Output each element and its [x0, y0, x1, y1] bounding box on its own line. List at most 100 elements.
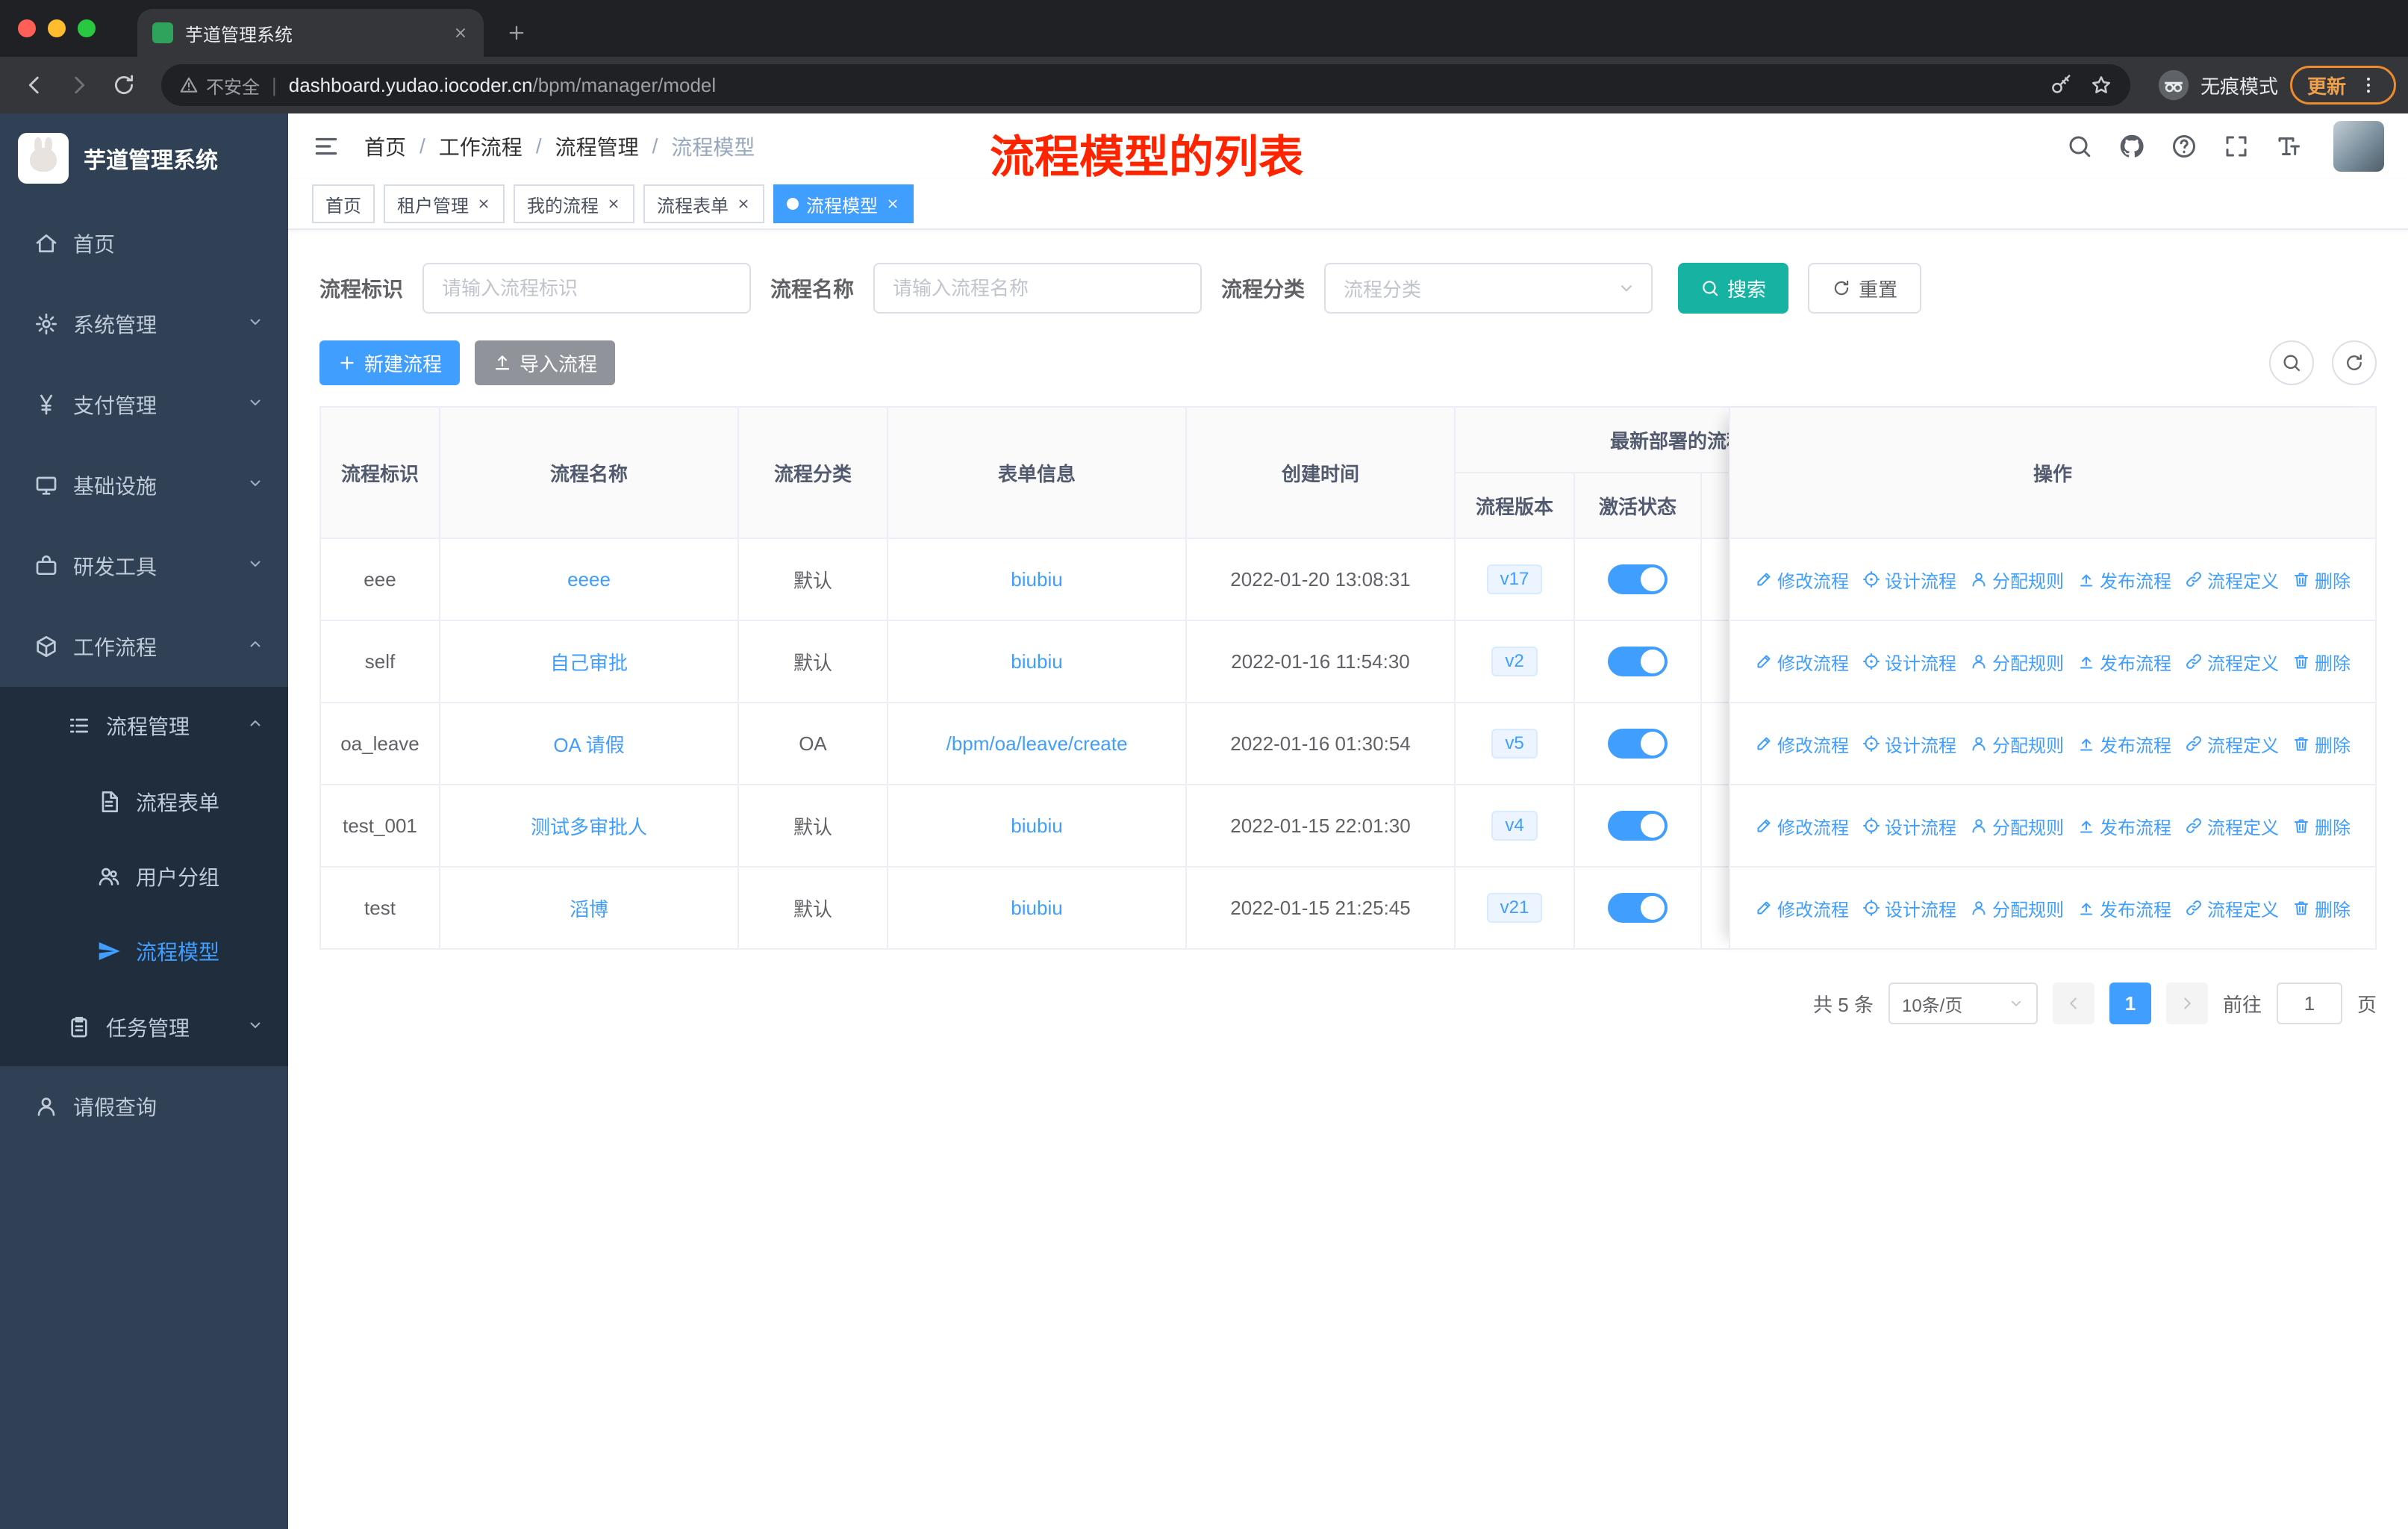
cell-form[interactable]: /bpm/oa/leave/create: [946, 732, 1128, 756]
action-delete[interactable]: 删除: [2292, 567, 2351, 593]
action-definition[interactable]: 流程定义: [2185, 895, 2279, 921]
action-design[interactable]: 设计流程: [1862, 813, 1956, 839]
key-icon[interactable]: [2050, 74, 2072, 96]
sidebar-item-home[interactable]: 首页: [0, 203, 288, 284]
import-process-button[interactable]: 导入流程: [475, 340, 616, 385]
action-publish[interactable]: 发布流程: [2077, 813, 2171, 839]
cell-name[interactable]: eeee: [567, 568, 611, 591]
action-definition[interactable]: 流程定义: [2185, 567, 2279, 593]
action-design[interactable]: 设计流程: [1862, 567, 1956, 593]
sidebar-item-user-group[interactable]: 用户分组: [0, 839, 288, 914]
cell-name[interactable]: 测试多审批人: [531, 812, 647, 840]
breadcrumb-item[interactable]: 首页: [364, 131, 406, 161]
tag-close-icon[interactable]: [606, 196, 621, 211]
tag-close-icon[interactable]: [885, 196, 900, 211]
action-delete[interactable]: 删除: [2292, 813, 2351, 839]
sidebar-item-workflow[interactable]: 工作流程: [0, 606, 288, 687]
sidebar-item-process-model[interactable]: 流程模型: [0, 914, 288, 988]
tab-close-icon[interactable]: [452, 25, 469, 41]
action-edit[interactable]: 修改流程: [1755, 731, 1849, 757]
create-process-button[interactable]: 新建流程: [319, 340, 461, 385]
search-icon[interactable]: [2066, 133, 2093, 160]
minimize-window-button[interactable]: [48, 19, 66, 37]
action-publish[interactable]: 发布流程: [2077, 731, 2171, 757]
breadcrumb-item[interactable]: 流程管理: [555, 131, 639, 161]
tag[interactable]: 流程表单: [643, 184, 764, 223]
next-page-button[interactable]: [2165, 983, 2208, 1024]
action-edit[interactable]: 修改流程: [1755, 649, 1849, 675]
cell-name[interactable]: 滔博: [570, 894, 608, 922]
action-assign[interactable]: 分配规则: [1970, 813, 2064, 839]
status-toggle[interactable]: [1608, 893, 1668, 923]
status-toggle[interactable]: [1608, 647, 1668, 676]
sidebar-item-process-form[interactable]: 流程表单: [0, 764, 288, 839]
page-size-select[interactable]: 10条/页: [1888, 983, 2038, 1024]
security-chip[interactable]: 不安全: [179, 72, 260, 99]
tag[interactable]: 我的流程: [514, 184, 634, 223]
status-toggle[interactable]: [1608, 729, 1668, 759]
action-edit[interactable]: 修改流程: [1755, 813, 1849, 839]
action-assign[interactable]: 分配规则: [1970, 731, 2064, 757]
cell-name[interactable]: OA 请假: [553, 730, 624, 758]
tag[interactable]: 首页: [312, 184, 375, 223]
action-definition[interactable]: 流程定义: [2185, 649, 2279, 675]
refresh-table-button[interactable]: [2332, 340, 2377, 385]
forward-icon[interactable]: [57, 63, 102, 108]
hamburger-icon[interactable]: [312, 132, 340, 161]
sidebar-item-process-management[interactable]: 流程管理: [0, 687, 288, 764]
sidebar-item-task-management[interactable]: 任务管理: [0, 988, 288, 1066]
cell-form[interactable]: biubiu: [1011, 568, 1062, 591]
action-edit[interactable]: 修改流程: [1755, 895, 1849, 921]
action-edit[interactable]: 修改流程: [1755, 567, 1849, 593]
reset-button[interactable]: 重置: [1808, 263, 1922, 314]
tag-close-icon[interactable]: [476, 196, 491, 211]
new-tab-button[interactable]: [496, 12, 537, 54]
sidebar-item-infrastructure[interactable]: 基础设施: [0, 445, 288, 526]
sidebar-item-system[interactable]: 系统管理: [0, 284, 288, 364]
cell-form[interactable]: biubiu: [1011, 650, 1062, 673]
tag[interactable]: 流程模型: [773, 184, 914, 223]
category-select[interactable]: 流程分类: [1324, 263, 1653, 314]
reload-icon[interactable]: [102, 63, 146, 108]
cell-form[interactable]: biubiu: [1011, 815, 1062, 838]
cell-form[interactable]: biubiu: [1011, 897, 1062, 920]
update-button[interactable]: 更新: [2289, 66, 2396, 105]
sidebar-item-dev-tools[interactable]: 研发工具: [0, 526, 288, 606]
address-bar[interactable]: 不安全 | dashboard.yudao.iocoder.cn/bpm/man…: [161, 64, 2130, 106]
github-icon[interactable]: [2118, 133, 2145, 160]
action-definition[interactable]: 流程定义: [2185, 731, 2279, 757]
action-design[interactable]: 设计流程: [1862, 731, 1956, 757]
action-assign[interactable]: 分配规则: [1970, 567, 2064, 593]
search-button[interactable]: 搜索: [1678, 263, 1789, 314]
browser-tab[interactable]: 芋道管理系统: [137, 9, 484, 57]
action-assign[interactable]: 分配规则: [1970, 895, 2064, 921]
goto-page-input[interactable]: [2276, 983, 2342, 1024]
status-toggle[interactable]: [1608, 811, 1668, 841]
action-definition[interactable]: 流程定义: [2185, 813, 2279, 839]
action-assign[interactable]: 分配规则: [1970, 649, 2064, 675]
action-design[interactable]: 设计流程: [1862, 649, 1956, 675]
bookmark-star-icon[interactable]: [2090, 74, 2112, 96]
close-window-button[interactable]: [18, 19, 36, 37]
action-publish[interactable]: 发布流程: [2077, 895, 2171, 921]
action-delete[interactable]: 删除: [2292, 649, 2351, 675]
sidebar-item-payment[interactable]: 支付管理: [0, 364, 288, 445]
tag-close-icon[interactable]: [736, 196, 751, 211]
breadcrumb-item[interactable]: 工作流程: [439, 131, 523, 161]
cell-name[interactable]: 自己审批: [550, 648, 628, 676]
kebab-menu-icon[interactable]: [2358, 75, 2379, 96]
action-publish[interactable]: 发布流程: [2077, 567, 2171, 593]
avatar[interactable]: [2333, 121, 2384, 172]
fontsize-icon[interactable]: [2275, 133, 2302, 160]
status-toggle[interactable]: [1608, 564, 1668, 594]
action-design[interactable]: 设计流程: [1862, 895, 1956, 921]
prev-page-button[interactable]: [2052, 983, 2094, 1024]
tag[interactable]: 租户管理: [384, 184, 505, 223]
action-delete[interactable]: 删除: [2292, 895, 2351, 921]
maximize-window-button[interactable]: [78, 19, 96, 37]
toggle-search-button[interactable]: [2269, 340, 2314, 385]
fullscreen-icon[interactable]: [2223, 133, 2250, 160]
process-name-input[interactable]: [873, 263, 1203, 314]
question-icon[interactable]: [2171, 133, 2198, 160]
process-id-input[interactable]: [422, 263, 752, 314]
